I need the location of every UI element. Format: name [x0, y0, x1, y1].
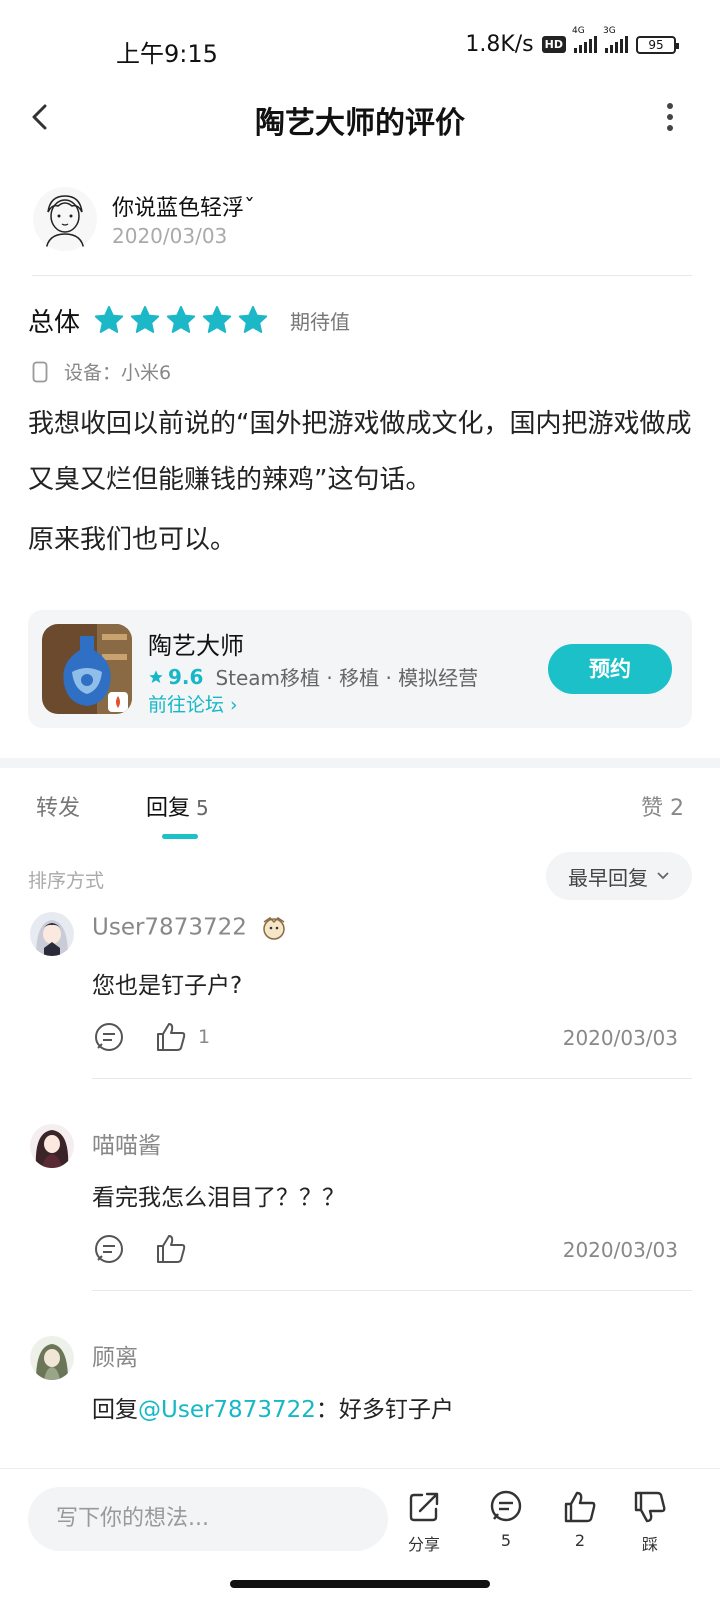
tab-reply[interactable]: 回复 5	[146, 790, 209, 822]
bottom-action-bar: 写下你的想法... 分享 5 2 踩	[0, 1468, 720, 1600]
review-date: 2020/03/03	[112, 224, 228, 248]
game-title[interactable]: 陶艺大师	[148, 626, 244, 661]
tab-like[interactable]: 赞 2	[641, 790, 684, 822]
thumbs-down-icon	[634, 1491, 666, 1523]
rating-tag: 期待值	[290, 309, 351, 334]
rating-stars	[94, 305, 274, 335]
comment-author[interactable]: User7873722	[92, 914, 288, 942]
comment-button[interactable]: 5	[476, 1489, 536, 1550]
comment-text: 看完我怎么泪目了？？？	[92, 1185, 345, 1211]
comment-text: 回复@User7873722：好多钉子户	[92, 1397, 454, 1423]
star-icon	[202, 305, 232, 333]
share-button[interactable]: 分享	[394, 1489, 454, 1555]
star-icon	[130, 305, 160, 333]
rating-row: 总体 期待值	[28, 300, 350, 340]
like-button[interactable]: 2	[550, 1489, 610, 1550]
avatar[interactable]	[30, 1124, 74, 1168]
avatar[interactable]	[30, 1336, 74, 1380]
status-time: 上午9:15	[116, 40, 218, 68]
tab-bar: 转发 回复 5 赞 2	[0, 788, 720, 844]
signal-4g-icon: 4G	[572, 26, 597, 53]
avatar[interactable]	[30, 912, 74, 956]
like-button[interactable]: 1	[154, 1020, 210, 1054]
comment-icon[interactable]	[92, 1232, 126, 1266]
dislike-button[interactable]: 踩	[620, 1489, 680, 1555]
comment-item: 喵喵酱 看完我怎么泪目了？？？ 2020/03/03	[0, 1124, 720, 1304]
star-icon	[149, 669, 163, 683]
comment-divider	[92, 1290, 692, 1291]
comment-icon[interactable]	[92, 1020, 126, 1054]
sort-label: 排序方式	[28, 870, 105, 892]
thumbs-up-icon	[564, 1491, 596, 1523]
home-indicator[interactable]	[230, 1580, 490, 1588]
page-title: 陶艺大师的评价	[255, 106, 465, 141]
comment-date: 2020/03/03	[562, 1238, 678, 1262]
game-meta: 9.6 Steam移植 · 移植 · 模拟经营	[148, 662, 478, 691]
comment-actions: 1	[92, 1020, 210, 1054]
tab-active-indicator	[162, 834, 198, 839]
badge-icon	[263, 917, 285, 940]
comment-date: 2020/03/03	[562, 1026, 678, 1050]
battery-icon: 95	[636, 35, 679, 54]
comment-actions	[92, 1232, 198, 1266]
comment-input[interactable]: 写下你的想法...	[28, 1487, 388, 1551]
thumbs-up-icon	[157, 1023, 186, 1051]
mention-link[interactable]: @User7873722	[138, 1397, 316, 1423]
sort-dropdown[interactable]: 最早回复	[546, 852, 692, 900]
more-vertical-icon[interactable]	[666, 102, 674, 132]
game-card[interactable]: 陶艺大师 9.6 Steam移植 · 移植 · 模拟经营 前往论坛 › 预约	[28, 610, 692, 728]
reserve-button[interactable]: 预约	[548, 644, 672, 694]
hd-icon: HD	[541, 36, 566, 53]
avatar[interactable]	[32, 186, 98, 252]
comment-item: 顾离 回复@User7873722：好多钉子户	[0, 1336, 720, 1456]
game-score: 9.6	[148, 665, 203, 689]
comment-item: User7873722 您也是钉子户? 1 2020/03/03	[0, 908, 720, 1088]
like-button[interactable]	[154, 1232, 198, 1266]
tab-repost[interactable]: 转发	[36, 790, 80, 822]
comment-divider	[92, 1078, 692, 1079]
section-separator	[0, 758, 720, 768]
chevron-down-icon	[657, 872, 669, 880]
review-text: 我想收回以前说的“国外把游戏做成文化，国内把游戏做成又臭又烂但能赚钱的辣鸡”这句…	[28, 409, 692, 495]
star-icon	[238, 305, 268, 333]
forum-link[interactable]: 前往论坛 ›	[148, 690, 238, 717]
comment-text: 您也是钉子户?	[92, 973, 243, 999]
game-icon[interactable]	[42, 624, 132, 714]
comment-author[interactable]: 喵喵酱	[92, 1126, 161, 1160]
share-icon	[409, 1492, 439, 1522]
comment-author[interactable]: 顾离	[92, 1338, 138, 1372]
device-text: 设备：小米6	[64, 362, 172, 384]
rating-label: 总体	[28, 307, 81, 338]
review-text-2: 原来我们也可以。	[28, 525, 237, 555]
status-indicators: 1.8K/s HD 4G 3G 95	[465, 26, 679, 57]
review-author: 你说蓝色轻浮ˇ 2020/03/03	[32, 180, 692, 276]
game-tags: Steam移植 · 移植 · 模拟经营	[215, 666, 479, 690]
signal-3g-icon: 3G	[603, 26, 628, 53]
thumbs-up-icon	[157, 1235, 186, 1263]
comment-icon	[490, 1490, 522, 1522]
star-icon	[94, 305, 124, 333]
status-bar: 上午9:15 1.8K/s HD 4G 3G 95	[0, 0, 720, 96]
network-speed: 1.8K/s	[465, 32, 534, 57]
phone-icon	[32, 361, 48, 382]
top-bar: 陶艺大师的评价	[0, 88, 720, 148]
author-name[interactable]: 你说蓝色轻浮ˇ	[112, 190, 255, 222]
device-info: 设备：小米6	[32, 358, 171, 385]
star-icon	[166, 305, 196, 333]
